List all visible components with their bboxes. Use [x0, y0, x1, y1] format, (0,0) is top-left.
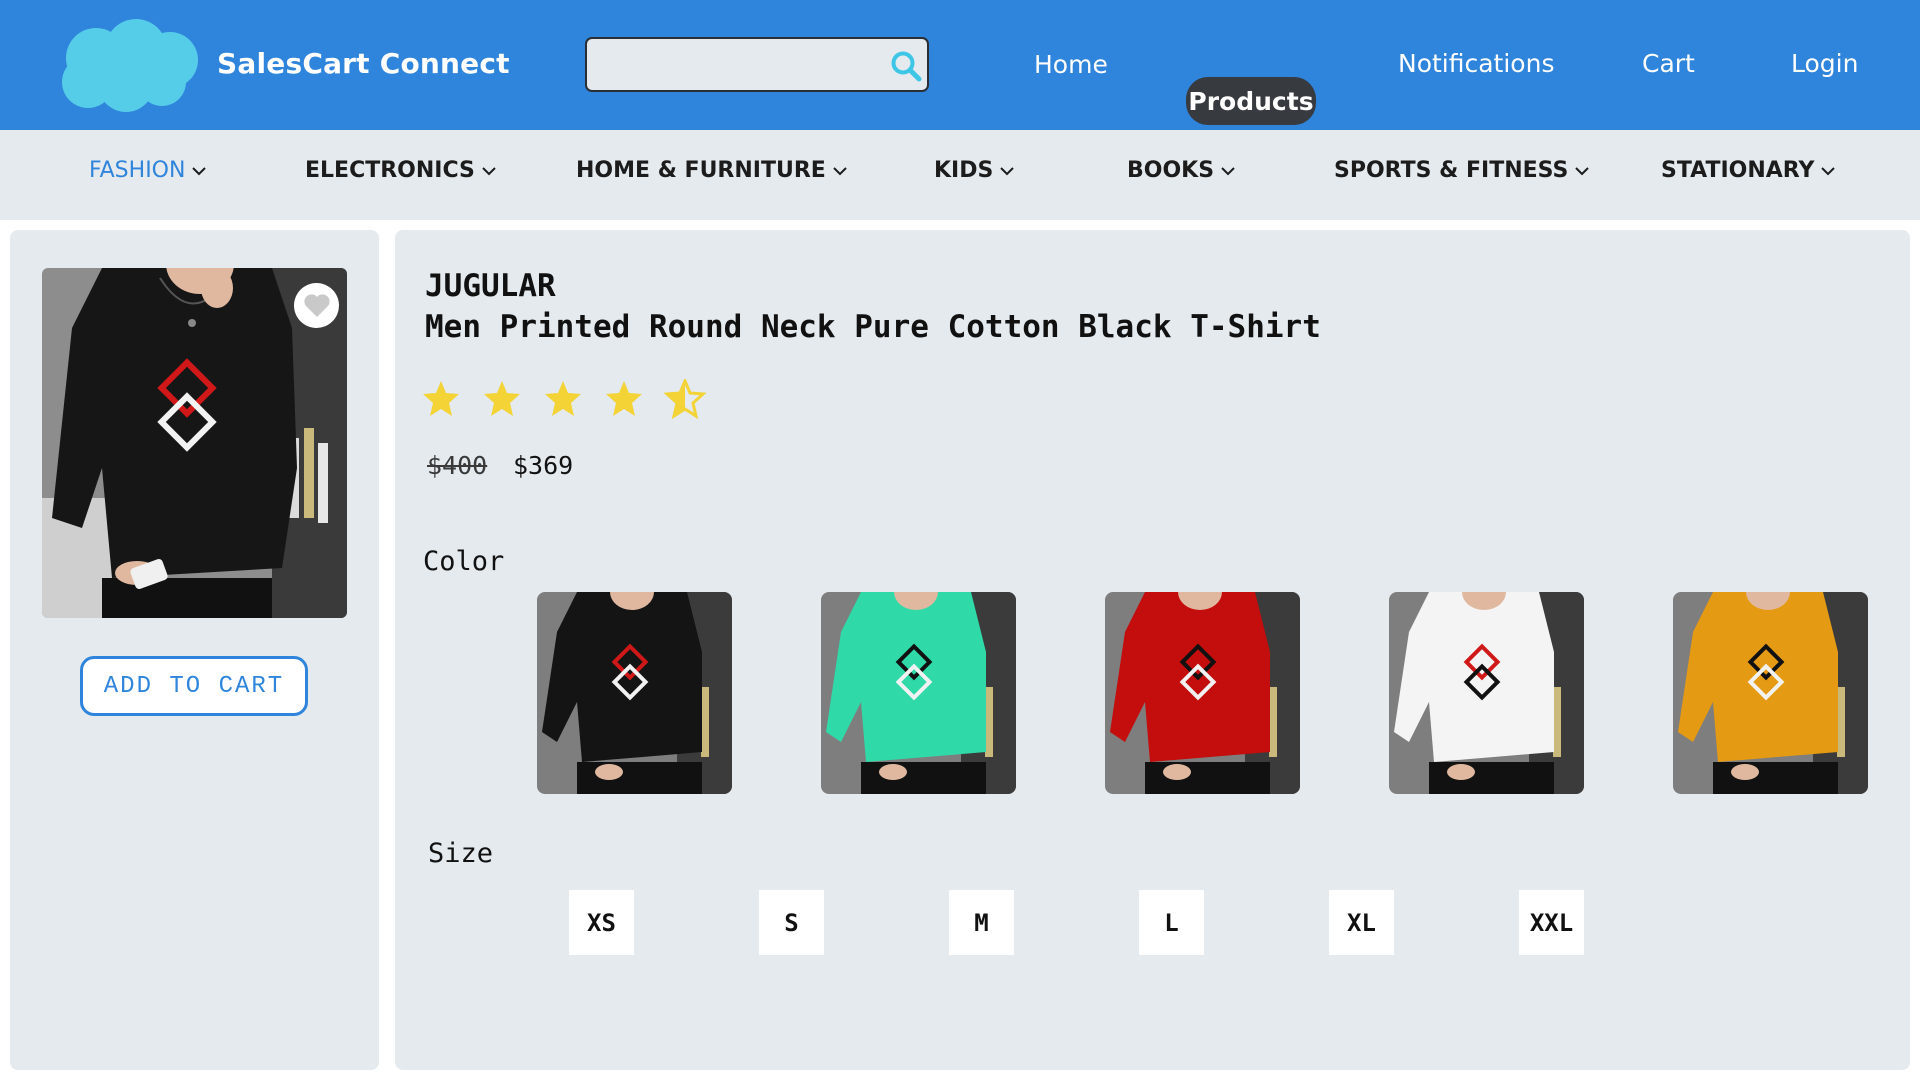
category-label: STATIONARY	[1661, 158, 1815, 183]
size-option-xs[interactable]: XS	[569, 890, 634, 955]
chevron-down-icon	[1575, 166, 1590, 175]
add-to-cart-button[interactable]: ADD TO CART	[80, 656, 308, 716]
sale-price: $369	[513, 451, 574, 480]
color-swatch-black[interactable]	[537, 592, 732, 794]
category-sports-fitness[interactable]: SPORTS & FITNESS	[1334, 158, 1590, 183]
size-option-l[interactable]: L	[1139, 890, 1204, 955]
category-fashion[interactable]: FASHION	[89, 158, 207, 183]
star-icon	[606, 381, 642, 416]
nav-notifications[interactable]: Notifications	[1398, 49, 1554, 78]
chevron-down-icon	[192, 166, 207, 175]
star-icon	[484, 381, 520, 416]
size-option-m[interactable]: M	[949, 890, 1014, 955]
search-box[interactable]	[585, 37, 929, 92]
cloud-logo-icon[interactable]	[58, 18, 200, 112]
size-option-xxl[interactable]: XXL	[1519, 890, 1584, 955]
category-label: SPORTS & FITNESS	[1334, 158, 1569, 183]
category-stationary[interactable]: STATIONARY	[1661, 158, 1836, 183]
size-option-xl[interactable]: XL	[1329, 890, 1394, 955]
size-label: Size	[428, 838, 494, 869]
nav-home[interactable]: Home	[1034, 50, 1108, 79]
color-swatch-white[interactable]	[1389, 592, 1584, 794]
chevron-down-icon	[1000, 166, 1015, 175]
color-swatch-red[interactable]	[1105, 592, 1300, 794]
original-price: $400	[427, 451, 488, 480]
product-brand: JUGULAR	[425, 268, 556, 304]
chevron-down-icon	[1221, 166, 1235, 175]
size-option-s[interactable]: S	[759, 890, 824, 955]
nav-products[interactable]: Products	[1186, 77, 1316, 125]
category-home-furniture[interactable]: HOME & FURNITURE	[576, 158, 848, 183]
half-star-icon	[665, 379, 705, 418]
heart-icon	[303, 293, 330, 317]
color-swatch-orange[interactable]	[1673, 592, 1868, 794]
brand-name[interactable]: SalesCart Connect	[217, 47, 510, 80]
chevron-down-icon	[482, 166, 496, 175]
star-rating	[423, 379, 705, 418]
category-electronics[interactable]: ELECTRONICS	[305, 158, 497, 183]
category-label: FASHION	[89, 158, 186, 183]
nav-login[interactable]: Login	[1791, 49, 1858, 78]
top-header: SalesCart Connect Home Products Notifica…	[0, 0, 1920, 130]
category-kids[interactable]: KIDS	[934, 158, 1015, 183]
wishlist-button[interactable]	[294, 283, 339, 328]
category-books[interactable]: BOOKS	[1127, 158, 1236, 183]
star-icon	[545, 381, 581, 416]
category-label: BOOKS	[1127, 158, 1215, 183]
star-icon	[423, 381, 459, 416]
color-swatch-teal[interactable]	[821, 592, 1016, 794]
category-label: HOME & FURNITURE	[576, 158, 826, 183]
category-label: KIDS	[934, 158, 994, 183]
product-title: Men Printed Round Neck Pure Cotton Black…	[425, 309, 1321, 345]
category-label: ELECTRONICS	[305, 158, 475, 183]
color-label: Color	[423, 546, 505, 577]
chevron-down-icon	[1821, 166, 1836, 175]
chevron-down-icon	[833, 166, 847, 175]
search-input[interactable]	[597, 47, 867, 83]
nav-cart[interactable]: Cart	[1642, 49, 1695, 78]
search-icon[interactable]	[889, 49, 923, 83]
